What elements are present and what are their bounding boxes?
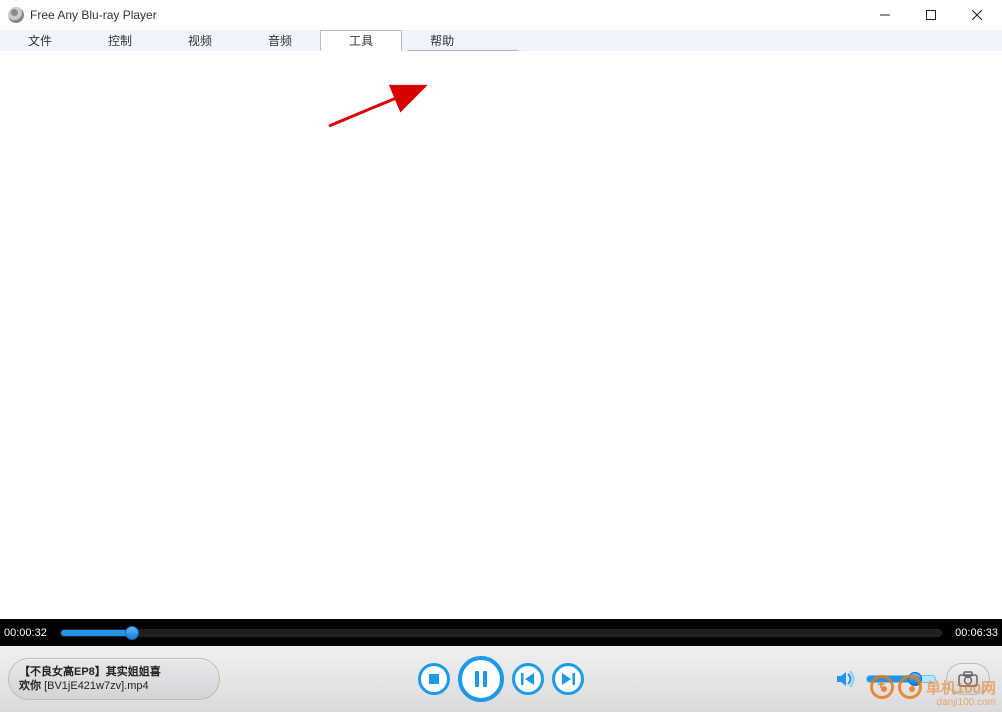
menu-video[interactable]: 视频 — [160, 31, 240, 52]
volume-icon[interactable] — [836, 670, 856, 688]
menu-tools[interactable]: 工具 — [320, 30, 402, 52]
seek-slider[interactable] — [60, 629, 942, 637]
menu-file[interactable]: 文件 — [0, 31, 80, 52]
menubar: 文件 控制 视频 音频 工具 帮助 — [0, 30, 1002, 51]
maximize-button[interactable] — [908, 0, 954, 30]
volume-thumb[interactable] — [908, 672, 922, 686]
next-button[interactable] — [552, 663, 584, 695]
snapshot-button[interactable] — [946, 663, 990, 695]
camera-icon — [958, 671, 978, 687]
app-icon — [8, 7, 24, 23]
menu-audio[interactable]: 音频 — [240, 31, 320, 52]
right-controls — [836, 663, 990, 695]
window-title: Free Any Blu-ray Player — [30, 8, 157, 22]
pause-button[interactable] — [458, 656, 504, 702]
file-name: 【不良女高EP8】其实姐姐喜 欢你 [BV1jE421w7zv].mp4 — [19, 665, 161, 693]
controlbar: 【不良女高EP8】其实姐姐喜 欢你 [BV1jE421w7zv].mp4 — [0, 646, 1002, 712]
menu-help[interactable]: 帮助 — [402, 31, 482, 52]
transport-controls — [418, 656, 584, 702]
close-button[interactable] — [954, 0, 1000, 30]
video-area[interactable] — [0, 51, 1002, 619]
seek-fill — [61, 630, 132, 636]
seek-thumb[interactable] — [125, 626, 139, 640]
time-current: 00:00:32 — [4, 627, 56, 639]
time-total: 00:06:33 — [946, 627, 998, 639]
volume-slider[interactable] — [866, 675, 936, 683]
previous-button[interactable] — [512, 663, 544, 695]
file-chip[interactable]: 【不良女高EP8】其实姐姐喜 欢你 [BV1jE421w7zv].mp4 — [8, 658, 220, 700]
titlebar: Free Any Blu-ray Player — [0, 0, 1002, 30]
minimize-button[interactable] — [862, 0, 908, 30]
progress-row: 00:00:32 00:06:33 — [0, 619, 1002, 646]
menu-control[interactable]: 控制 — [80, 31, 160, 52]
stop-button[interactable] — [418, 663, 450, 695]
